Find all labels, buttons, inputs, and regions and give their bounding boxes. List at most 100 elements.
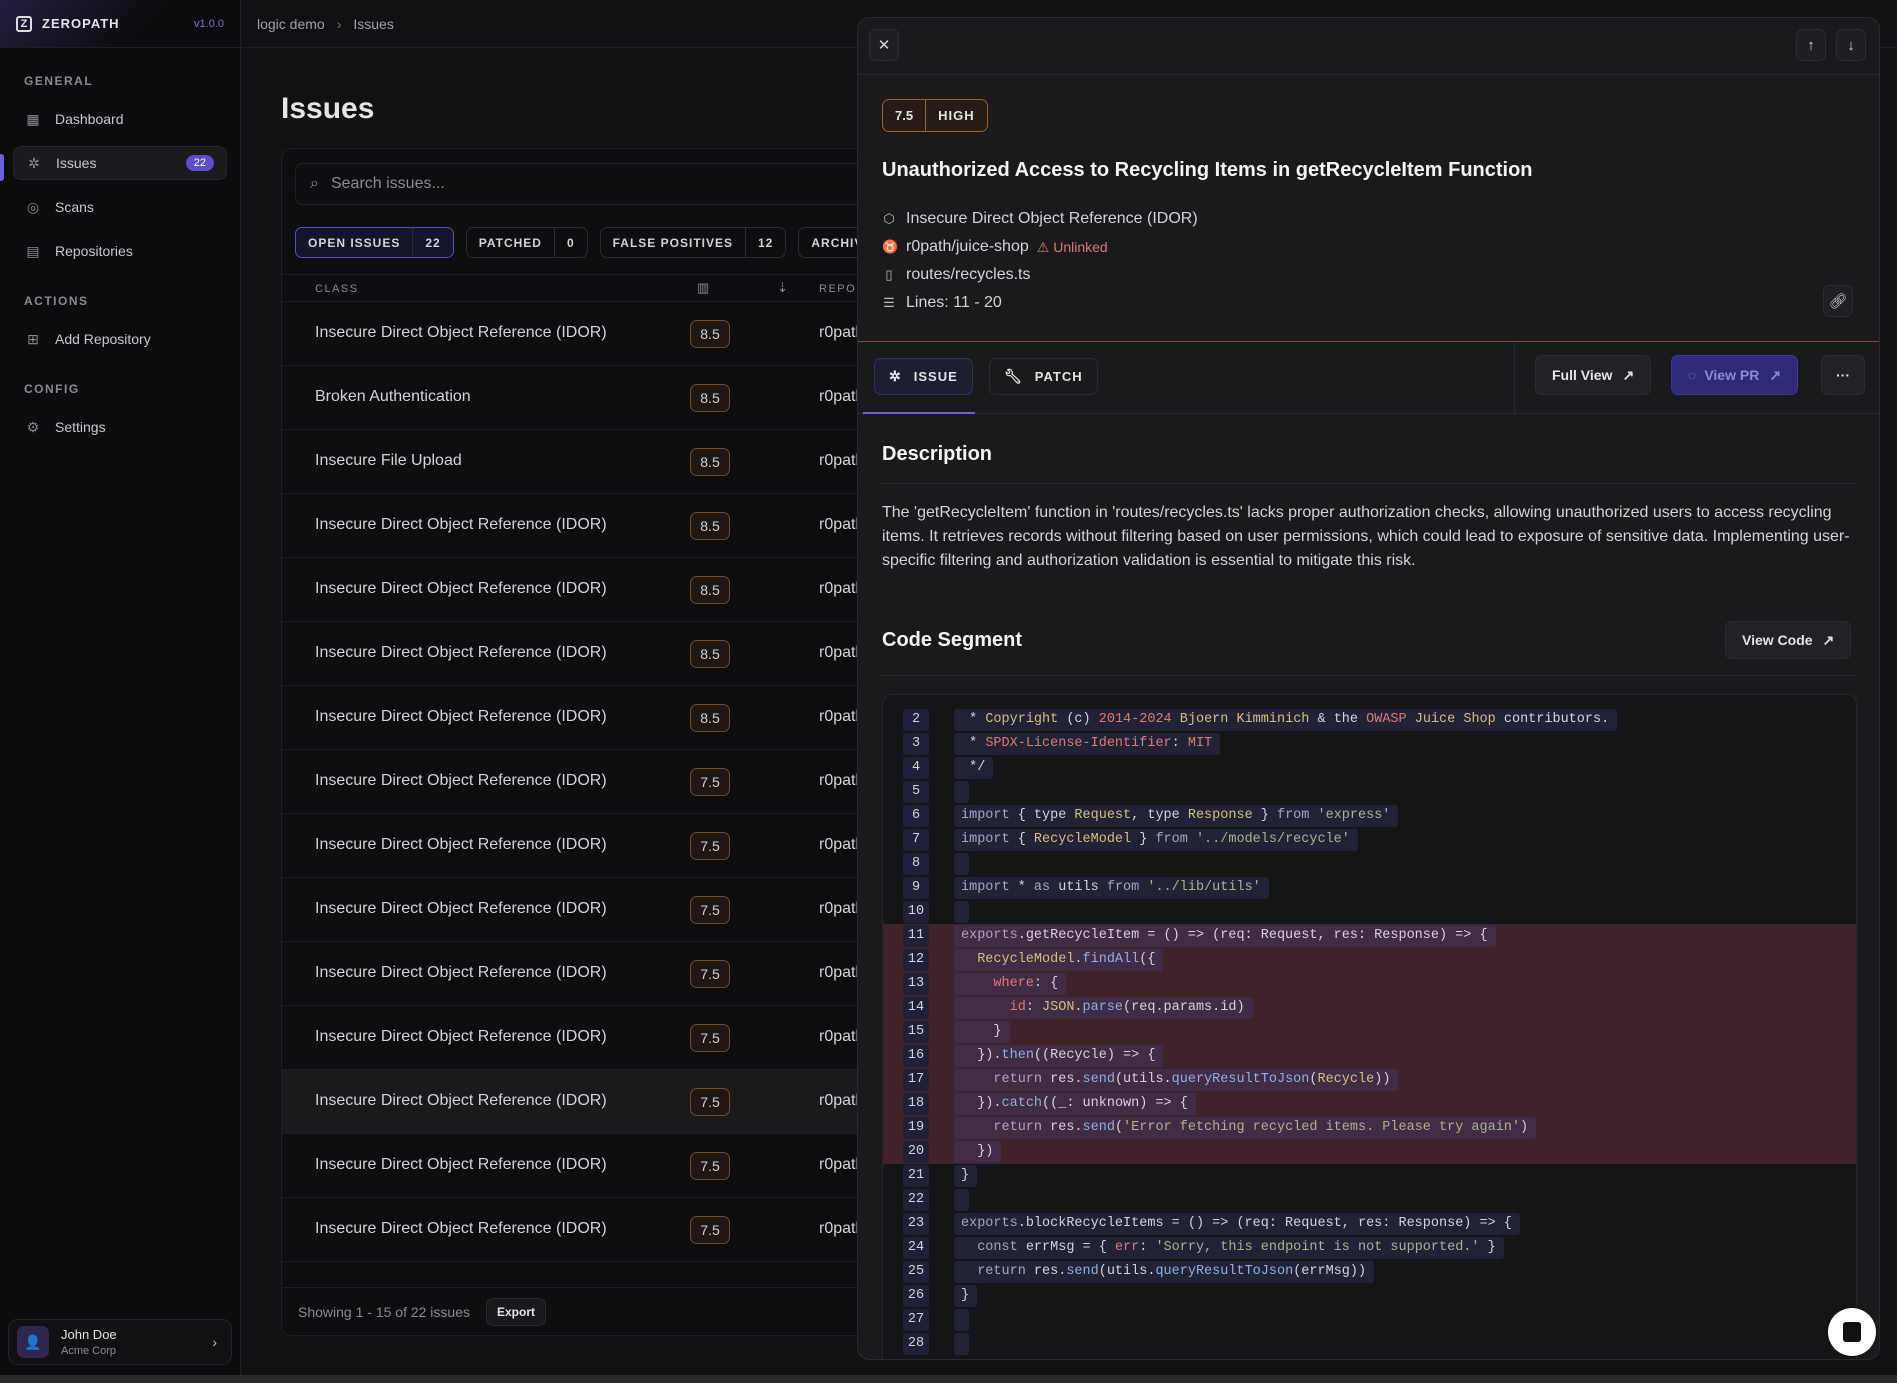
code-token: ((_: unknown) => { (1042, 1096, 1188, 1111)
sort-icon[interactable]: ⇣ (777, 280, 789, 296)
issue-lines-text: Lines: 11 - 20 (906, 294, 1002, 311)
code-token: : { (1033, 976, 1059, 991)
view-pr-button[interactable]: ◌ View PR ↗ (1671, 355, 1799, 395)
bug-icon: ✲ (889, 368, 902, 384)
section-config: CONFIG (24, 382, 80, 396)
issue-repo-text[interactable]: r0path/juice-shop (906, 238, 1029, 256)
code-token: { (1009, 832, 1034, 847)
issue-class: Insecure Direct Object Reference (IDOR) (315, 772, 607, 789)
code-line: 28 (883, 1332, 1856, 1356)
code-token: res. (1042, 1120, 1083, 1135)
issue-class: Insecure Direct Object Reference (IDOR) (315, 1028, 607, 1045)
code-token: 2014-2024 (1098, 712, 1172, 727)
column-repo[interactable]: REPO (819, 283, 856, 295)
code-line: 3 * SPDX-License-Identifier: MIT (883, 732, 1856, 756)
drawer-toolbar: ✕ ↑ ↓ (858, 18, 1879, 75)
issue-class: Insecure Direct Object Reference (IDOR) (315, 324, 607, 341)
filter-label: FALSE POSITIVES (612, 235, 733, 250)
app-name: ZEROPATH (42, 16, 120, 31)
severity-score: 7.5 (895, 108, 914, 123)
filter-patched[interactable]: PATCHED 0 (465, 227, 588, 258)
code-line: 24 const errMsg = { err: 'Sorry, this en… (883, 1236, 1856, 1260)
sidebar-item-add-repository[interactable]: ⊞ Add Repository (13, 322, 227, 356)
line-number: 10 (903, 901, 929, 923)
more-options-button[interactable]: ··· (1821, 355, 1865, 395)
code-text (954, 781, 969, 803)
code-line: 26} (883, 1284, 1856, 1308)
code-text: * Copyright (c) 2014-2024 Bjoern Kimmini… (954, 709, 1618, 731)
filter-false-positives[interactable]: FALSE POSITIVES 12 (599, 227, 787, 258)
code-token: Juice Shop (1406, 712, 1496, 727)
code-text: exports.getRecycleItem = () => (req: Req… (954, 925, 1496, 947)
filter-open-issues[interactable]: OPEN ISSUES 22 (295, 227, 454, 258)
sidebar-item-repositories[interactable]: ▤ Repositories (13, 234, 227, 268)
sidebar-item-settings[interactable]: ⚙ Settings (13, 410, 227, 444)
score-badge: 7.5 (690, 832, 730, 860)
line-number: 8 (903, 853, 929, 875)
breadcrumb-project[interactable]: logic demo (257, 16, 325, 32)
code-token: }) (961, 1144, 994, 1159)
code-token: (utils. (1098, 1264, 1156, 1279)
column-class[interactable]: CLASS (315, 283, 359, 295)
score-badge: 8.5 (690, 704, 730, 732)
code-token: import (961, 880, 1010, 895)
code-token: queryResultToJson (1155, 1264, 1294, 1279)
view-code-button[interactable]: View Code ↗ (1725, 621, 1852, 659)
chat-button[interactable] (1828, 1308, 1876, 1356)
sidebar-item-scans[interactable]: ◎ Scans (13, 190, 227, 224)
code-text: }).catch((_: unknown) => { (954, 1093, 1196, 1115)
code-token: RecycleModel (1033, 832, 1132, 847)
app: Z ZEROPATH v1.0.0 GENERAL ▦ Dashboard ✲ Is… (0, 0, 1897, 1375)
code-line: 9 import * as utils from '../lib/utils' (883, 876, 1856, 900)
bug-icon: ✲ (28, 154, 40, 171)
code-token: exports (961, 928, 1018, 943)
user-name: John Doe (61, 1327, 117, 1342)
line-number: 25 (903, 1261, 929, 1283)
code-line: 17 return res.send(utils.queryResultToJs… (883, 1068, 1856, 1092)
filter-count: 0 (553, 228, 587, 257)
code-token: }). (961, 1096, 1002, 1111)
code-token: contributors. (1495, 712, 1610, 727)
file-icon: ▯ (885, 267, 893, 282)
full-view-button[interactable]: Full View ↗ (1535, 355, 1652, 395)
issue-class: Insecure Direct Object Reference (IDOR) (315, 964, 607, 981)
code-line: 23 exports.blockRecycleItems = () => (req… (883, 1212, 1856, 1236)
button-label: Full View (1552, 367, 1613, 383)
issue-description: The 'getRecycleItem' function in 'routes… (882, 504, 1850, 569)
previous-issue-button[interactable]: ↑ (1796, 29, 1826, 61)
close-button[interactable]: ✕ (869, 29, 899, 61)
zeropath-logo-icon: Z (16, 15, 32, 32)
sidebar-item-label: Settings (55, 419, 106, 435)
code-text: } (954, 1165, 978, 1187)
code-line: 16 }).then((Recycle) => { (883, 1044, 1856, 1068)
next-issue-button[interactable]: ↓ (1836, 29, 1866, 61)
code-token: ( (1114, 1120, 1124, 1135)
code-token: } (961, 1288, 970, 1303)
code-token: }). (961, 1048, 1002, 1063)
copy-link-button[interactable]: 🔗︎ (1823, 285, 1853, 317)
sidebar-item-dashboard[interactable]: ▦ Dashboard (13, 102, 227, 136)
filter-label: PATCHED (478, 235, 542, 250)
bar-chart-icon[interactable]: ▥ (697, 280, 711, 296)
issue-class: Insecure Direct Object Reference (IDOR) (315, 1220, 607, 1237)
code-line: 20 }) (883, 1140, 1856, 1164)
code-segment-heading: Code Segment (882, 629, 1023, 651)
score-badge: 7.5 (690, 768, 730, 796)
tab-patch[interactable]: 🔧︎ PATCH (989, 358, 1098, 395)
code-line: 13 where: { (883, 972, 1856, 996)
user-menu[interactable]: 👤 John Doe Acme Corp › (8, 1319, 232, 1365)
line-number: 19 (903, 1117, 929, 1139)
sidebar-item-issues[interactable]: ✲ Issues 22 (13, 146, 227, 180)
severity-badge: 7.5 HIGH (882, 99, 988, 132)
code-token: Response (1187, 808, 1253, 823)
close-icon: ✕ (877, 37, 891, 54)
line-number: 18 (903, 1093, 929, 1115)
line-number: 3 (903, 733, 929, 755)
cube-icon: ⬡ (883, 211, 895, 226)
code-text: return res.send(utils.queryResultToJson(… (954, 1069, 1399, 1091)
app-version: v1.0.0 (194, 17, 224, 30)
export-button[interactable]: Export (486, 1297, 547, 1326)
tab-issue[interactable]: ✲ ISSUE (874, 358, 973, 395)
code-token: * (1009, 880, 1034, 895)
line-number: 17 (903, 1069, 929, 1091)
